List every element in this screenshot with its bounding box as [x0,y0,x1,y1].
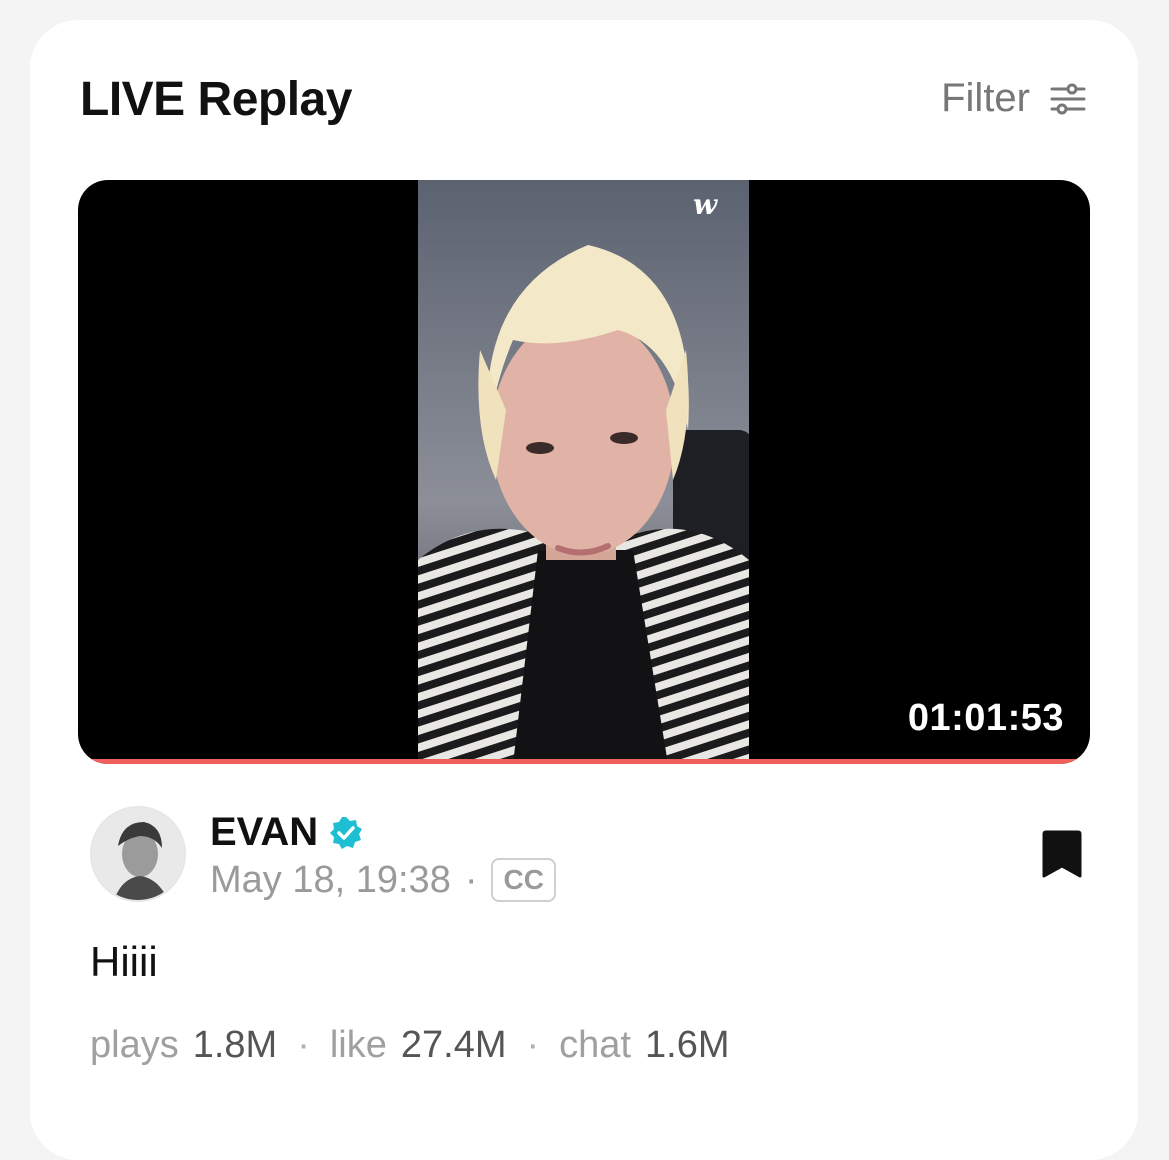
svg-text:w: w [693,188,718,221]
video-duration: 01:01:53 [907,697,1064,739]
section-title: LIVE Replay [80,73,352,126]
like-label: like [329,1024,387,1066]
author-avatar[interactable] [90,806,186,902]
bookmark-icon[interactable] [1040,830,1084,880]
chat-value: 1.6M [645,1024,730,1066]
plays-value: 1.8M [192,1024,278,1066]
verified-badge-icon [330,816,363,849]
post-meta: May 18, 19:38 · CC [210,858,556,902]
avatar-image [92,808,184,900]
plays-label: plays [90,1024,179,1066]
live-replay-card: LIVE Replay Filter w 01:01:53 EVAN May 1… [30,20,1138,1160]
filter-label: Filter [941,76,1030,120]
chat-label: chat [559,1024,631,1066]
video-progress-bar [78,759,1090,764]
video-thumbnail: w [418,180,749,764]
post-stats: plays 1.8M · like 27.4M · chat 1.6M [90,1024,729,1067]
post-date: May 18, 19:38 [210,858,451,901]
video-player[interactable]: w 01:01:53 [78,180,1090,764]
like-value: 27.4M [400,1024,507,1066]
post-text: Hiiii [90,938,158,985]
stats-separator: · [297,1024,310,1066]
sliders-icon [1050,83,1086,114]
author-name-row[interactable]: EVAN [210,810,364,855]
cc-badge: CC [491,858,556,902]
author-name: EVAN [210,810,319,854]
filter-button[interactable]: Filter [941,76,1086,121]
stats-separator: · [526,1024,540,1066]
card-header: LIVE Replay Filter [30,20,1138,170]
meta-separator: · [464,858,478,901]
video-progress-fill [78,759,1090,764]
